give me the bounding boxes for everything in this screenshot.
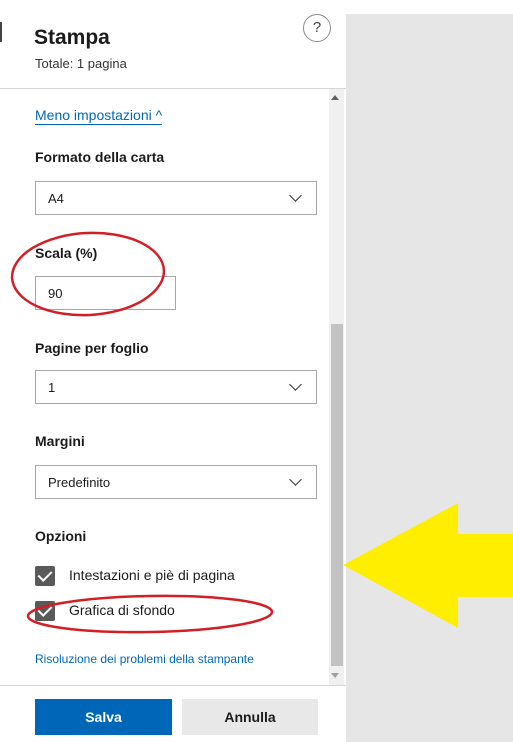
checkmark-icon — [37, 602, 53, 617]
help-button[interactable]: ? — [303, 14, 331, 42]
scale-label: Scala (%) — [35, 245, 98, 261]
pages-per-sheet-value: 1 — [48, 380, 56, 395]
headers-footers-label: Intestazioni e piè di pagina — [69, 567, 235, 583]
checkmark-icon — [37, 567, 53, 582]
scale-input[interactable]: 90 — [35, 276, 176, 310]
background-graphics-checkbox[interactable] — [35, 601, 55, 621]
options-label: Opzioni — [35, 528, 87, 544]
chevron-down-icon — [289, 378, 302, 391]
footer-divider — [0, 685, 346, 686]
pages-per-sheet-label: Pagine per foglio — [35, 340, 149, 356]
page-count: Totale: 1 pagina — [35, 56, 127, 71]
printer-troubleshoot-link[interactable]: Risoluzione dei problemi della stampante — [35, 652, 254, 666]
header-divider — [0, 88, 346, 89]
scroll-down-icon[interactable] — [331, 673, 339, 678]
paper-size-value: A4 — [48, 191, 64, 206]
chevron-down-icon — [289, 473, 302, 486]
fewer-settings-link[interactable]: Meno impostazioni ^ — [35, 107, 163, 125]
paper-size-label: Formato della carta — [35, 149, 165, 165]
print-settings-panel: Stampa Totale: 1 pagina ? Meno impostazi… — [0, 0, 346, 742]
dialog-title: Stampa — [34, 26, 110, 49]
scroll-up-icon[interactable] — [331, 95, 339, 100]
save-button[interactable]: Salva — [35, 699, 172, 735]
cancel-button[interactable]: Annulla — [182, 699, 318, 735]
chevron-down-icon — [289, 189, 302, 202]
scrollbar-thumb[interactable] — [331, 324, 343, 666]
pages-per-sheet-select[interactable]: 1 — [35, 370, 317, 404]
margins-label: Margini — [35, 433, 85, 449]
scale-value: 90 — [48, 286, 63, 301]
background-graphics-label: Grafica di sfondo — [69, 602, 175, 618]
window-edge — [0, 22, 2, 42]
margins-select[interactable]: Predefinito — [35, 465, 317, 499]
headers-footers-checkbox[interactable] — [35, 566, 55, 586]
paper-size-select[interactable]: A4 — [35, 181, 317, 215]
margins-value: Predefinito — [48, 475, 111, 490]
print-preview-area — [346, 14, 513, 742]
